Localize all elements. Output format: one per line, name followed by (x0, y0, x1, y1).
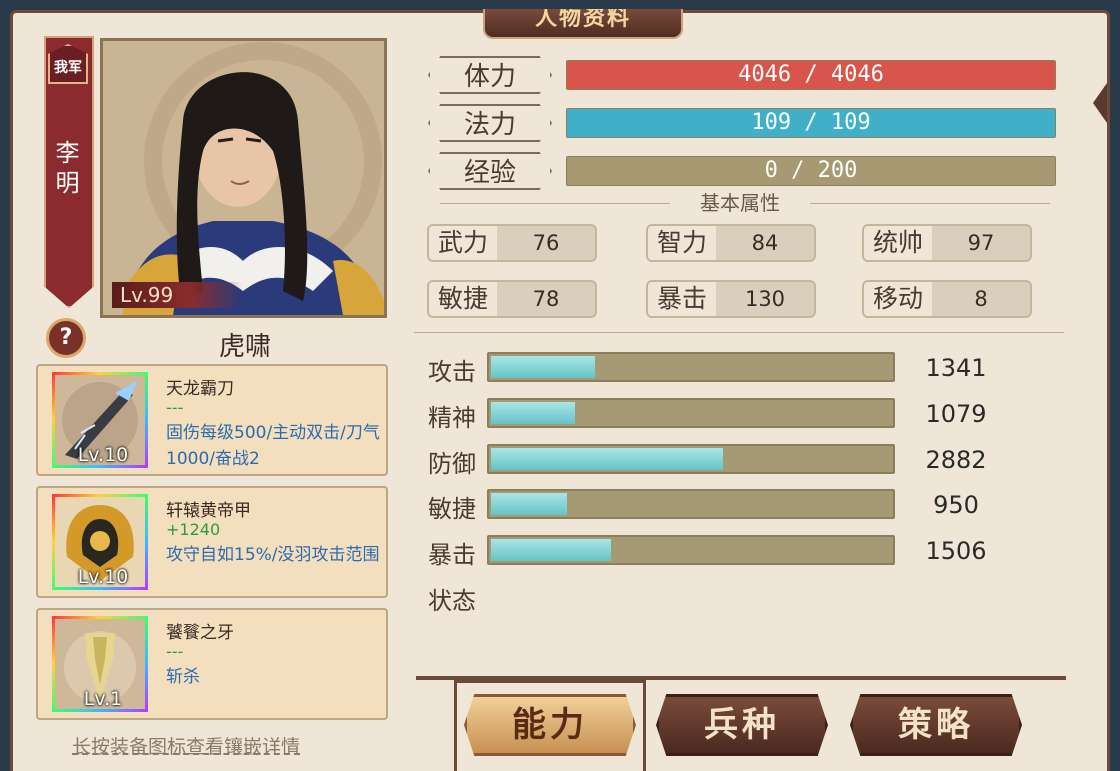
stat-label-defense: 防御 (428, 450, 476, 478)
attr-agility: 敏捷 78 (427, 280, 597, 318)
equip-bonus: --- (166, 642, 184, 661)
mp-label-text: 法力 (463, 110, 516, 140)
mp-label: 法力 (428, 104, 552, 142)
stat-bar-agility (487, 489, 895, 519)
character-portrait (100, 38, 387, 318)
attr-critical: 暴击 130 (646, 280, 816, 318)
equip-desc: 攻守自如15%/没羽攻击范围 (166, 545, 380, 565)
stat-bar-defense (487, 444, 895, 474)
attr-command: 统帅 97 (862, 224, 1032, 262)
exp-label: 经验 (428, 152, 552, 190)
equip-name: 天龙霸刀 (166, 379, 234, 399)
equip-bonus: +1240 (166, 520, 221, 539)
stat-bar-spirit (487, 398, 895, 428)
hp-label-text: 体力 (463, 62, 516, 92)
equip-bonus: --- (166, 398, 184, 417)
exp-bar: 0 / 200 (566, 156, 1056, 186)
section-divider (414, 332, 1064, 333)
equipment-slot-1[interactable]: Lv.10 天龙霸刀 --- 固伤每级500/主动双击/刀气1000/奋战2 (36, 364, 388, 476)
equipment-slot-3[interactable]: Lv.1 饕餮之牙 --- 斩杀 (36, 608, 388, 720)
equipment-slot-2[interactable]: Lv.10 轩辕黄帝甲 +1240 攻守自如15%/没羽攻击范围 (36, 486, 388, 598)
hp-bar: 4046 / 4046 (566, 60, 1056, 90)
stat-value-critical: 1506 (925, 537, 987, 565)
basic-attributes-header: 基本属性 (420, 188, 1060, 218)
tab-strategy[interactable]: 策略 (850, 694, 1022, 756)
stat-value-attack: 1341 (925, 354, 987, 382)
equip-name: 轩辕黄帝甲 (166, 501, 251, 521)
portrait-art (123, 42, 384, 315)
character-name: 李明 (51, 140, 79, 200)
tab-troops[interactable]: 兵种 (656, 694, 828, 756)
stat-label-attack: 攻击 (428, 358, 476, 386)
equipment-hint: 长按装备图标查看镶嵌详情 (72, 736, 301, 758)
exp-label-text: 经验 (463, 158, 516, 188)
attr-force: 武力 76 (427, 224, 597, 262)
stat-value-agility: 950 (933, 491, 979, 519)
mp-bar: 109 / 109 (566, 108, 1056, 138)
attr-intellect: 智力 84 (646, 224, 816, 262)
right-arrow-icon[interactable] (1093, 83, 1107, 123)
help-button[interactable]: ? (46, 318, 86, 358)
stat-value-defense: 2882 (925, 446, 987, 474)
stat-value-spirit: 1079 (925, 400, 987, 428)
basic-attributes-title: 基本属性 (700, 191, 780, 215)
stat-bar-critical (487, 535, 895, 565)
stat-label-critical: 暴击 (428, 541, 476, 569)
attr-move: 移动 8 (862, 280, 1032, 318)
equip-desc: 斩杀 (166, 667, 200, 687)
hp-label: 体力 (428, 56, 552, 94)
status-label: 状态 (428, 587, 476, 615)
equip-desc: 固伤每级500/主动双击/刀气1000/奋战2 (166, 423, 380, 469)
level-badge: Lv.99 (112, 282, 242, 308)
equip-level: Lv.10 (77, 566, 129, 588)
tab-ability[interactable]: 能力 (464, 694, 636, 756)
equip-level: Lv.10 (77, 444, 129, 466)
window-title: 人物资料 (483, 9, 683, 39)
stat-label-agility: 敏捷 (428, 495, 476, 523)
skill-name: 虎啸 (218, 332, 271, 362)
stat-label-spirit: 精神 (428, 404, 476, 432)
equip-level: Lv.1 (83, 688, 123, 710)
equip-name: 饕餮之牙 (166, 623, 234, 643)
stat-bar-attack (487, 352, 895, 382)
